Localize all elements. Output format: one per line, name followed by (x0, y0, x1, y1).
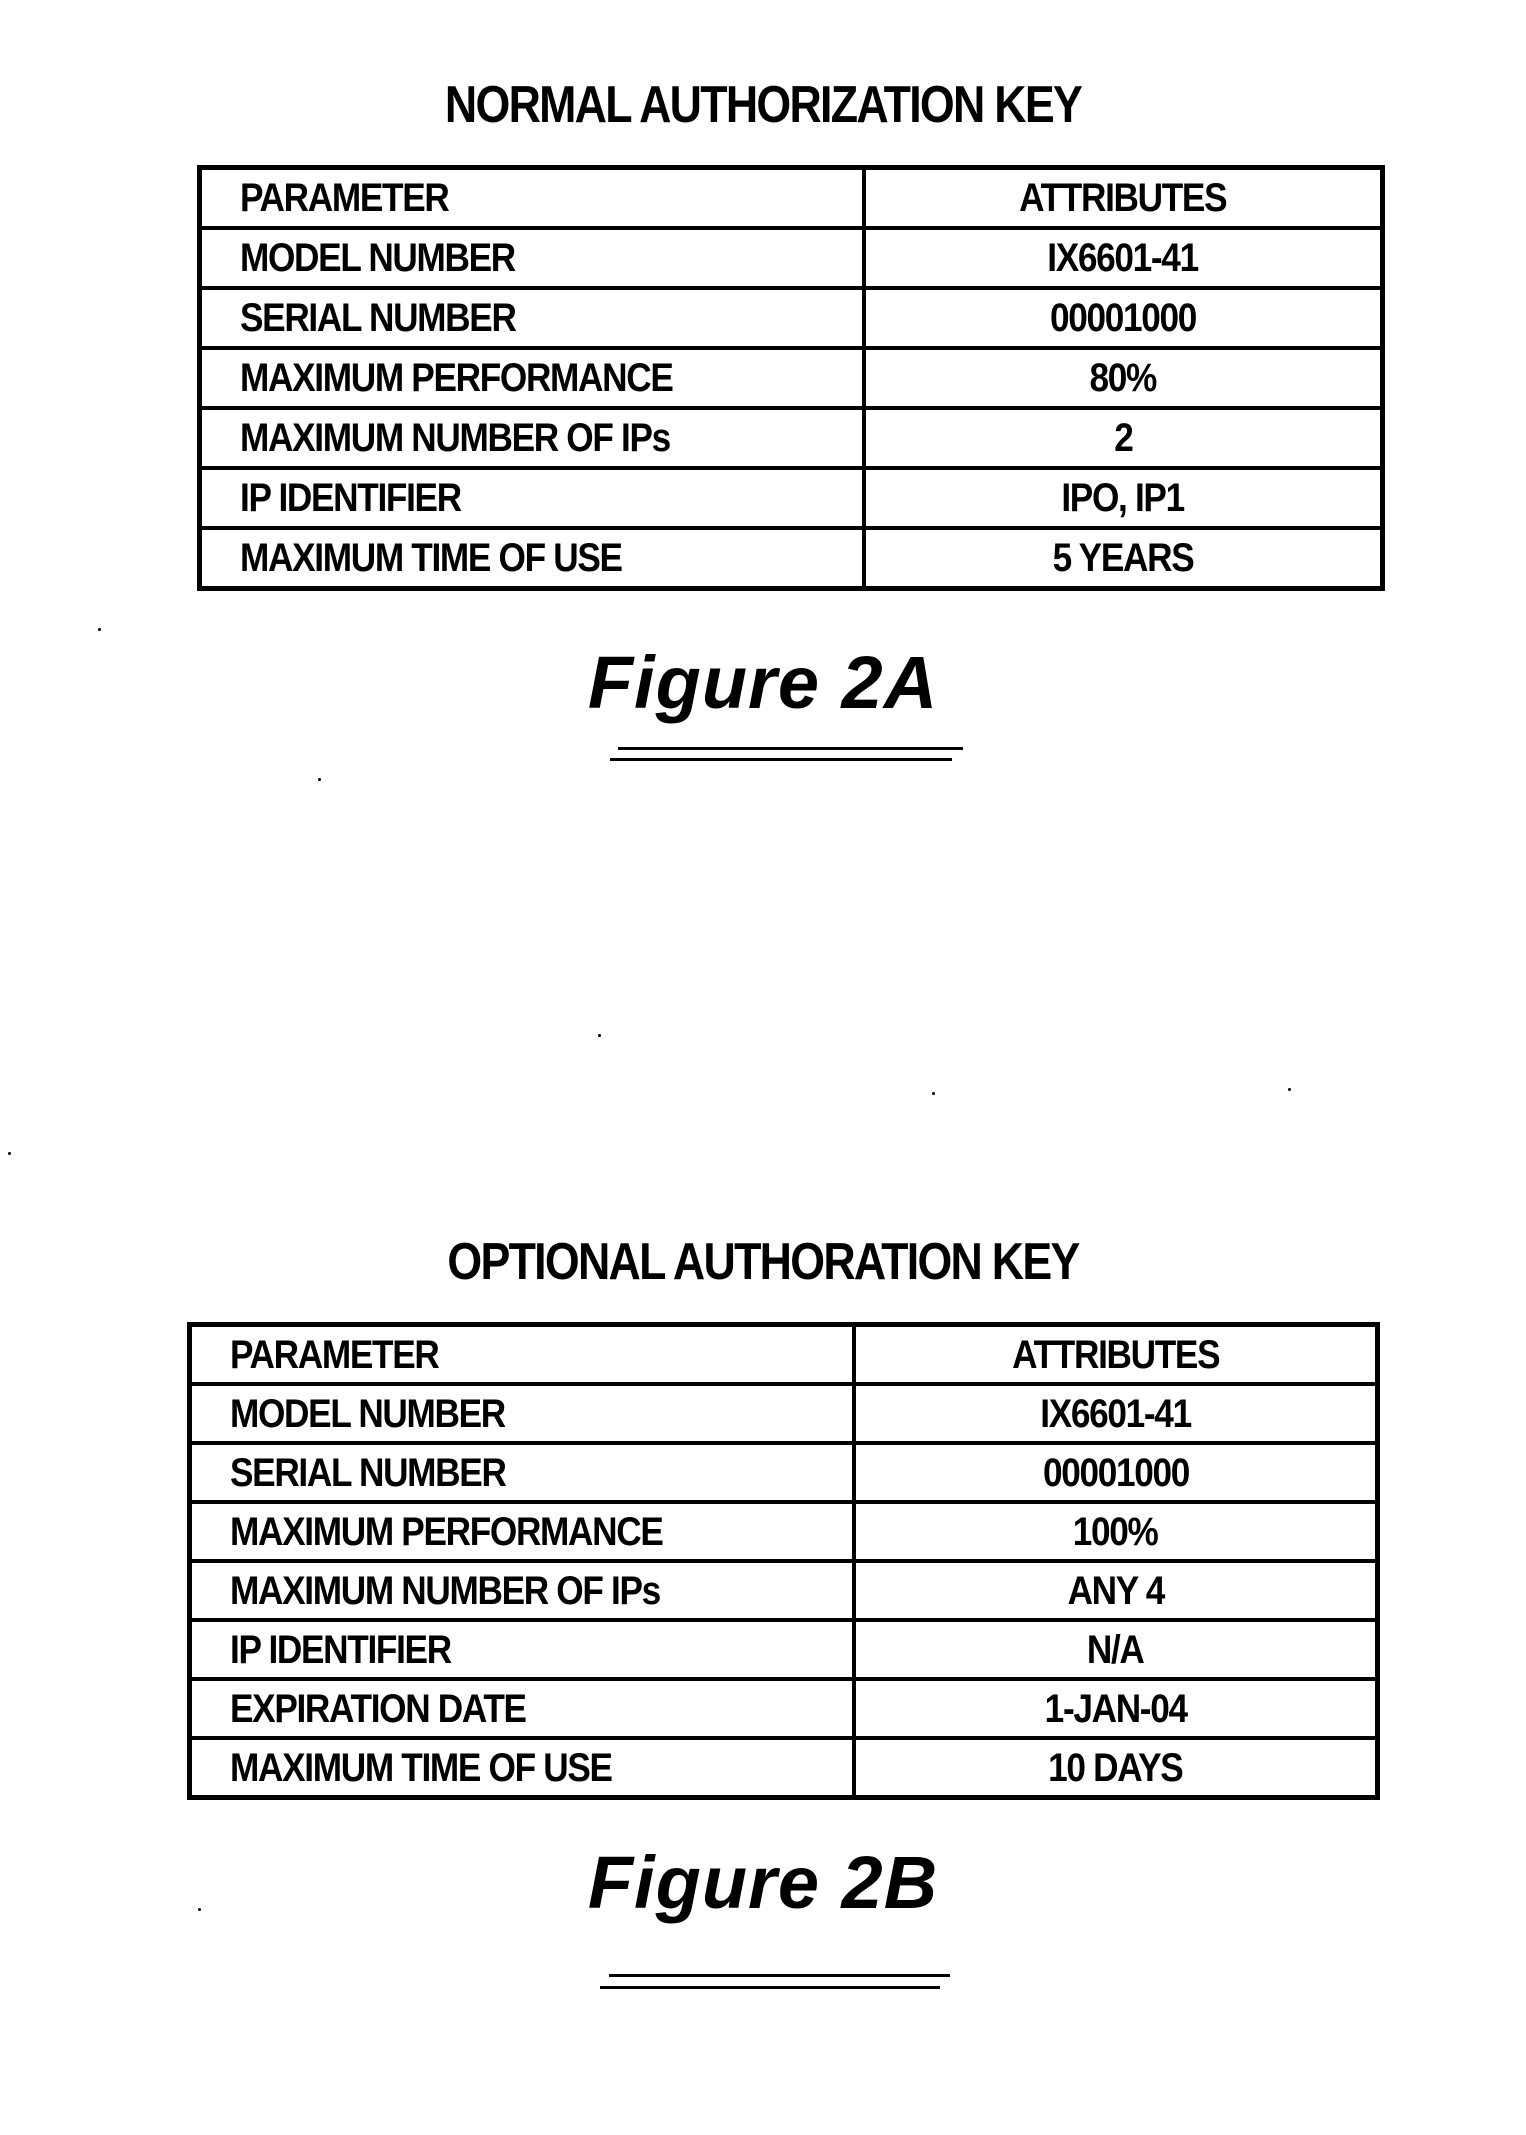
parameter-cell: MAXIMUM TIME OF USE (187, 1736, 856, 1800)
figure-2a-label: Figure 2A (587, 641, 939, 724)
table-row: MAXIMUM PERFORMANCE 80% (197, 346, 1385, 410)
table-row: MAXIMUM TIME OF USE 10 DAYS (187, 1736, 1380, 1800)
attribute-cell: 00001000 (862, 286, 1385, 350)
scan-speck (932, 1092, 935, 1095)
scan-speck (598, 1034, 601, 1037)
table-row: SERIAL NUMBER 00001000 (197, 286, 1385, 350)
table-row: IP IDENTIFIER IPO, IP1 (197, 466, 1385, 530)
table-row: MAXIMUM PERFORMANCE 100% (187, 1500, 1380, 1563)
figure-2b-underline-bottom (600, 1986, 940, 1989)
table-row: EXPIRATION DATE 1-JAN-04 (187, 1677, 1380, 1740)
attribute-cell: IPO, IP1 (862, 466, 1385, 530)
normal-authorization-key-title: NORMAL AUTHORIZATION KEY (444, 76, 1083, 134)
parameter-cell: SERIAL NUMBER (197, 286, 866, 350)
parameter-cell: MAXIMUM TIME OF USE (197, 526, 866, 591)
table-row: MAXIMUM NUMBER OF IPs 2 (197, 406, 1385, 470)
attribute-cell: 5 YEARS (862, 526, 1385, 591)
attribute-cell: ANY 4 (852, 1559, 1380, 1622)
attribute-cell: 00001000 (852, 1441, 1380, 1504)
parameter-cell: IP IDENTIFIER (197, 466, 866, 530)
table-header-row: PARAMETER ATTRIBUTES (197, 165, 1385, 230)
scan-speck (8, 1152, 11, 1155)
parameter-cell: MAXIMUM PERFORMANCE (197, 346, 866, 410)
parameter-cell: MAXIMUM NUMBER OF IPs (197, 406, 866, 470)
attribute-cell: 1-JAN-04 (852, 1677, 1380, 1740)
figure-2b-underline-top (609, 1974, 950, 1977)
parameter-cell: IP IDENTIFIER (187, 1618, 856, 1681)
attribute-cell: 10 DAYS (852, 1736, 1380, 1800)
table-row: MODEL NUMBER IX6601-41 (197, 226, 1385, 290)
attribute-cell: IX6601-41 (862, 226, 1385, 290)
attribute-cell: N/A (852, 1618, 1380, 1681)
parameter-cell: MODEL NUMBER (197, 226, 866, 290)
figure-2a-underline-bottom (610, 758, 952, 761)
table-row: IP IDENTIFIER N/A (187, 1618, 1380, 1681)
parameter-cell: EXPIRATION DATE (187, 1677, 856, 1740)
normal-authorization-key-table: PARAMETER ATTRIBUTES MODEL NUMBER IX6601… (197, 165, 1385, 591)
parameter-cell: MODEL NUMBER (187, 1382, 856, 1445)
attribute-cell: 80% (862, 346, 1385, 410)
parameter-header: PARAMETER (187, 1322, 856, 1386)
scan-speck (318, 778, 321, 781)
attributes-header: ATTRIBUTES (862, 165, 1385, 230)
table-row: SERIAL NUMBER 00001000 (187, 1441, 1380, 1504)
figure-2a-underline-top (618, 747, 963, 750)
attributes-header: ATTRIBUTES (852, 1322, 1380, 1386)
attribute-cell: IX6601-41 (852, 1382, 1380, 1445)
parameter-cell: MAXIMUM NUMBER OF IPs (187, 1559, 856, 1622)
table-row: MAXIMUM NUMBER OF IPs ANY 4 (187, 1559, 1380, 1622)
scan-speck (1288, 1088, 1291, 1091)
table-header-row: PARAMETER ATTRIBUTES (187, 1322, 1380, 1386)
parameter-cell: MAXIMUM PERFORMANCE (187, 1500, 856, 1563)
table-row: MAXIMUM TIME OF USE 5 YEARS (197, 526, 1385, 591)
parameter-header: PARAMETER (197, 165, 866, 230)
table-row: MODEL NUMBER IX6601-41 (187, 1382, 1380, 1445)
attribute-cell: 100% (852, 1500, 1380, 1563)
figure-2b-label: Figure 2B (587, 1841, 939, 1924)
parameter-cell: SERIAL NUMBER (187, 1441, 856, 1504)
scan-speck (98, 628, 101, 631)
optional-authoration-key-title: OPTIONAL AUTHORATION KEY (447, 1233, 1080, 1291)
attribute-cell: 2 (862, 406, 1385, 470)
optional-authoration-key-table: PARAMETER ATTRIBUTES MODEL NUMBER IX6601… (187, 1322, 1380, 1800)
